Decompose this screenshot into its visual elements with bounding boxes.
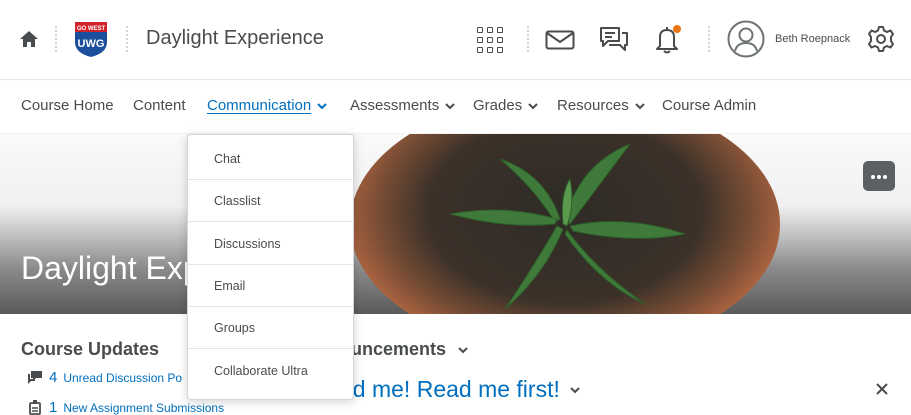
update-count: 4 — [49, 369, 58, 386]
announcements-title-text: ouncements — [340, 339, 447, 359]
assignment-icon — [29, 400, 41, 415]
gear-icon[interactable] — [867, 25, 895, 53]
menu-item-discussions[interactable]: Discussions — [188, 223, 353, 265]
logo-main-text: UWG — [78, 38, 105, 50]
home-icon[interactable] — [19, 30, 39, 48]
nav-grades[interactable]: Grades — [473, 97, 538, 114]
chat-icon[interactable] — [599, 25, 629, 53]
mail-icon[interactable] — [545, 30, 575, 50]
announcement-headline-text: ad me! Read me first! — [340, 376, 560, 402]
chevron-down-icon — [445, 102, 455, 109]
header-divider — [126, 26, 128, 52]
nav-label: Assessments — [350, 97, 440, 114]
course-banner: Daylight Exp — [0, 134, 911, 314]
announcement-headline[interactable]: ad me! Read me first! — [340, 376, 580, 403]
user-name[interactable]: Beth Roepnack — [775, 33, 850, 45]
header-divider — [527, 26, 529, 52]
update-row[interactable]: 4 Unread Discussion Po — [27, 369, 182, 386]
course-updates-title: Course Updates — [21, 339, 160, 359]
menu-item-classlist[interactable]: Classlist — [188, 180, 353, 222]
update-label: Unread Discussion Po — [63, 371, 183, 385]
course-navbar: Course Home Content Communication Assess… — [0, 81, 911, 133]
chevron-down-icon — [317, 102, 327, 109]
menu-item-groups[interactable]: Groups — [188, 307, 353, 349]
banner-options-button[interactable] — [863, 161, 895, 191]
nav-communication[interactable]: Communication — [207, 97, 327, 114]
nav-course-admin[interactable]: Course Admin — [662, 97, 756, 114]
site-title[interactable]: Daylight Experience — [146, 27, 324, 50]
chevron-down-icon — [458, 347, 468, 354]
update-label: New Assignment Submissions — [63, 401, 225, 415]
discussion-icon — [28, 371, 42, 384]
nav-resources[interactable]: Resources — [557, 97, 645, 114]
nav-course-home[interactable]: Course Home — [21, 97, 114, 114]
menu-item-collaborate-ultra[interactable]: Collaborate Ultra — [188, 350, 353, 392]
announcements-title[interactable]: ouncements — [340, 339, 468, 360]
nav-label: Content — [133, 97, 186, 114]
nav-label: Grades — [473, 97, 523, 114]
menu-item-chat[interactable]: Chat — [188, 138, 353, 180]
header-divider — [708, 26, 710, 52]
uwg-logo[interactable]: GO WEST UWG — [73, 20, 109, 58]
menu-item-email[interactable]: Email — [188, 265, 353, 307]
chevron-down-icon — [528, 102, 538, 109]
chevron-down-icon — [634, 102, 645, 109]
course-selector-icon[interactable] — [477, 27, 503, 53]
update-count: 1 — [49, 399, 58, 415]
update-row[interactable]: 1 New Assignment Submissions — [27, 399, 224, 415]
logo-top-text: GO WEST — [77, 26, 106, 32]
bell-icon[interactable] — [654, 24, 682, 54]
nav-label: Resources — [557, 97, 629, 114]
nav-label: Communication — [207, 97, 312, 114]
nav-assessments[interactable]: Assessments — [350, 97, 455, 114]
notification-dot — [673, 25, 681, 33]
plant-illustration — [449, 142, 687, 310]
communication-dropdown-menu: Chat Classlist Discussions Email Groups … — [187, 134, 354, 400]
header-divider — [55, 26, 57, 52]
avatar-icon[interactable] — [727, 20, 765, 58]
nav-label: Course Home — [21, 97, 114, 114]
banner-title: Daylight Exp — [21, 250, 201, 286]
top-header: GO WEST UWG Daylight Experience Beth Roe… — [0, 0, 911, 80]
close-icon[interactable] — [875, 382, 889, 396]
nav-content[interactable]: Content — [133, 97, 186, 114]
nav-label: Course Admin — [662, 97, 757, 114]
chevron-down-icon — [570, 387, 580, 394]
